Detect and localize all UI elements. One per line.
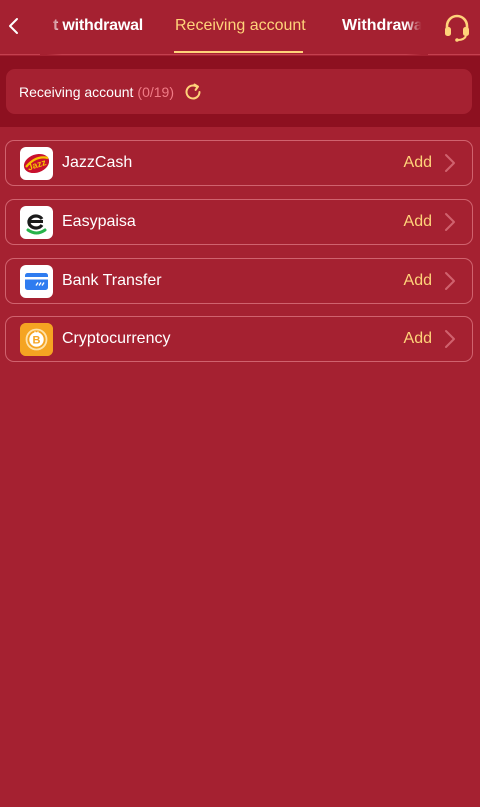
method-name: JazzCash	[62, 154, 133, 171]
add-jazzcash-button[interactable]: Add	[404, 141, 432, 185]
jazzcash-logo: Jazz	[20, 147, 53, 180]
method-row-bank-transfer[interactable]: Bank Transfer Add	[5, 258, 473, 304]
add-bank-transfer-button[interactable]: Add	[404, 259, 432, 303]
tab-strip: t withdrawal Receiving account Withdrawa…	[40, 0, 428, 55]
payment-method-list: Jazz JazzCash Add Easypaisa Add Bank Tra…	[5, 140, 473, 375]
bitcoin-icon: B	[20, 323, 53, 356]
method-name: Bank Transfer	[62, 272, 162, 289]
active-tab-indicator	[174, 51, 303, 53]
refresh-button[interactable]	[182, 81, 204, 103]
customer-service-button[interactable]	[438, 8, 476, 46]
tab-receiving-account[interactable]: Receiving account	[175, 0, 306, 52]
svg-text:B: B	[33, 335, 41, 347]
method-row-jazzcash[interactable]: Jazz JazzCash Add	[5, 140, 473, 186]
account-count: (0/19)	[137, 83, 174, 100]
add-cryptocurrency-button[interactable]: Add	[404, 317, 432, 361]
tab-fade-right	[406, 0, 428, 55]
bank-card-icon	[20, 265, 53, 298]
refresh-icon	[185, 83, 201, 99]
chevron-right-icon	[442, 329, 458, 349]
summary-label: Receiving account	[19, 83, 134, 100]
receiving-account-summary: Receiving account (0/19)	[6, 69, 472, 114]
back-button[interactable]	[0, 0, 28, 52]
headset-icon	[445, 14, 469, 42]
method-name: Easypaisa	[62, 213, 136, 230]
chevron-right-icon	[442, 153, 458, 173]
easypaisa-logo	[20, 206, 53, 239]
method-row-easypaisa[interactable]: Easypaisa Add	[5, 199, 473, 245]
tab-withdrawal[interactable]: t withdrawal	[53, 0, 143, 52]
chevron-right-icon	[442, 212, 458, 232]
chevron-right-icon	[442, 271, 458, 291]
top-nav-bar: t withdrawal Receiving account Withdrawa…	[0, 0, 480, 55]
tab-fade-left	[40, 0, 62, 55]
chevron-left-icon	[9, 18, 18, 34]
add-easypaisa-button[interactable]: Add	[404, 200, 432, 244]
method-row-cryptocurrency[interactable]: B Cryptocurrency Add	[5, 316, 473, 362]
method-name: Cryptocurrency	[62, 330, 171, 347]
